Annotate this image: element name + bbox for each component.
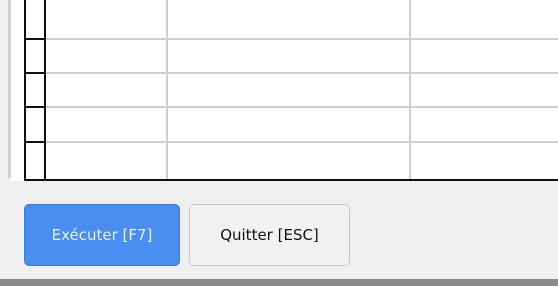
row-header-cell[interactable] [24,38,46,40]
execute-button[interactable]: Exécuter [F7] [24,204,180,266]
grid-row-line [46,106,558,108]
execute-button-label: Exécuter [F7] [51,226,153,244]
dialog-window: Exécuter [F7] Quitter [ESC] [0,0,558,286]
row-header-cell[interactable] [24,106,46,108]
quit-button[interactable]: Quitter [ESC] [189,204,350,266]
grid-row-line [46,72,558,74]
grid-column-line [166,0,168,180]
grid-column-line [409,0,411,180]
quit-button-label: Quitter [ESC] [220,226,319,244]
grid-bottom-border [24,179,558,181]
grid-row-line [46,38,558,40]
data-grid[interactable] [11,0,558,181]
row-header-left-border [24,0,26,180]
row-header-right-border [44,0,46,180]
grid-row-line [46,141,558,143]
row-header-cell[interactable] [24,141,46,143]
row-header-cell[interactable] [24,72,46,74]
window-bottom-border [0,279,558,286]
